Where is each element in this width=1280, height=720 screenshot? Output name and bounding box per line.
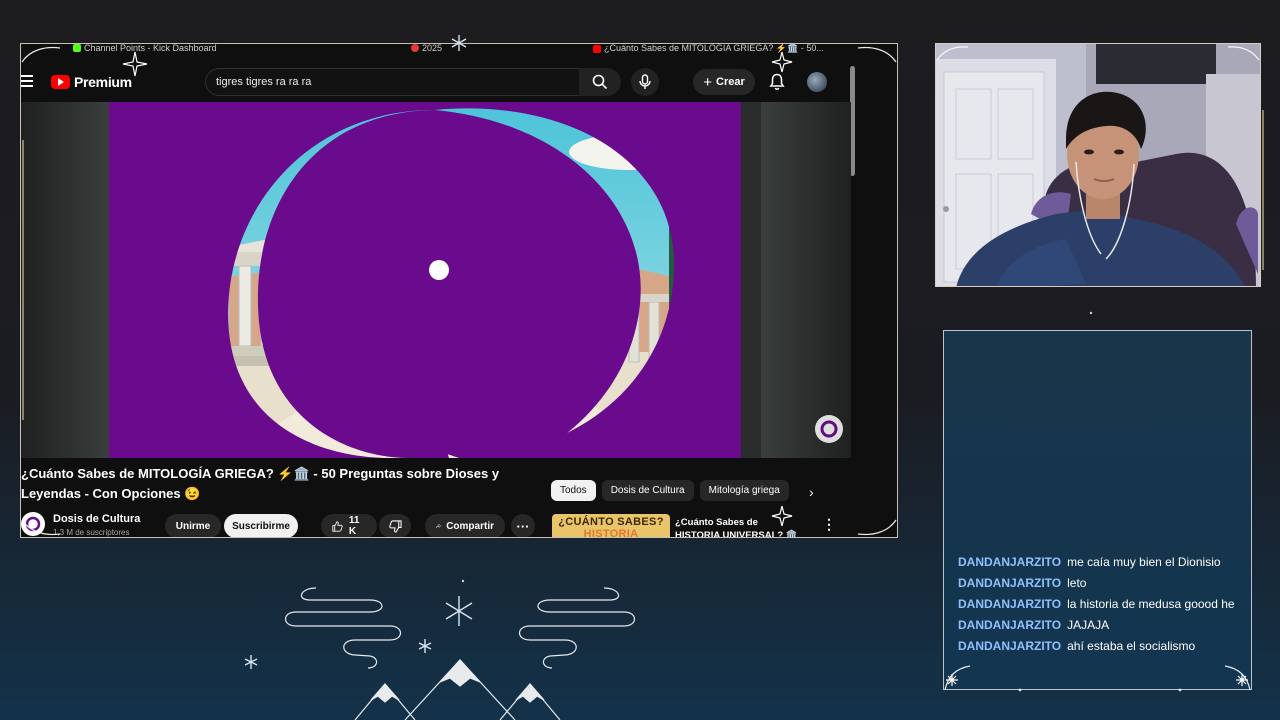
chat-message: DANDANJARZITO leto (958, 572, 1248, 593)
chat-username[interactable]: DANDANJARZITO (958, 555, 1061, 569)
menu-icon[interactable] (21, 75, 33, 87)
chat-text: leto (1067, 575, 1087, 590)
more-actions-button[interactable]: ··· (511, 514, 535, 537)
like-button[interactable]: 11 K (321, 514, 377, 537)
related-chips: Todos Dosis de Cultura Mitología griega (551, 480, 789, 501)
bell-icon (769, 73, 785, 90)
recommended-thumb-text: ¿CUÁNTO SABES? (558, 516, 664, 528)
record-icon (411, 44, 419, 52)
thumbs-up-icon (332, 520, 343, 532)
more-vertical-icon[interactable]: ⋮ (822, 516, 836, 533)
channel-avatar[interactable] (21, 512, 45, 536)
browser-tab-youtube[interactable]: ¿Cuánto Sabes de MITOLOGÍA GRIEGA? ⚡🏛️ -… (593, 43, 824, 54)
browser-tab-label: 2025 (422, 43, 443, 53)
plus-icon: + (703, 73, 712, 91)
browser-capture: Channel Points - Kick Dashboard 2025 ¿Cu… (20, 43, 898, 538)
video-title: ¿Cuánto Sabes de MITOLOGÍA GRIEGA? ⚡🏛️ -… (21, 466, 500, 501)
chat-username[interactable]: DANDANJARZITO (958, 618, 1061, 632)
search-value: tigres tigres ra ra ra (216, 76, 312, 88)
microphone-icon (639, 74, 651, 89)
browser-tab-label: Channel Points - Kick Dashboard (84, 43, 217, 53)
kick-icon (73, 44, 81, 52)
player-side-right (761, 102, 851, 458)
recommended-thumbnail[interactable]: ¿CUÁNTO SABES? HISTORIA (552, 514, 670, 538)
chat-text: me caía muy bien el Dionisio (1067, 554, 1221, 569)
chat-message-list: DANDANJARZITO me caía muy bien el Dionis… (958, 551, 1248, 656)
chat-message: DANDANJARZITO ahí estaba el socialismo (958, 635, 1248, 656)
youtube-play-icon (51, 75, 70, 89)
chip-channel[interactable]: Dosis de Cultura (601, 480, 694, 501)
search-button[interactable] (579, 68, 621, 96)
streamer-camera-image (936, 44, 1260, 286)
notifications-button[interactable] (769, 73, 785, 96)
chat-panel: DANDANJARZITO me caía muy bien el Dionis… (943, 330, 1252, 690)
dislike-button[interactable] (379, 514, 411, 537)
chevron-right-icon[interactable]: › (809, 484, 814, 500)
video-player[interactable] (21, 102, 851, 458)
like-count: 11 K (348, 515, 360, 537)
chat-username[interactable]: DANDANJARZITO (958, 639, 1061, 653)
create-button[interactable]: + Crear (693, 69, 755, 95)
subscribe-button[interactable]: Suscribirme (224, 514, 298, 537)
chat-text: ahí estaba el socialismo (1067, 638, 1196, 653)
browser-tab-strip: Channel Points - Kick Dashboard 2025 ¿Cu… (21, 44, 897, 56)
recommended-title[interactable]: ¿Cuánto Sabes de HISTORIA UNIVERSAL? 🏛️📚… (675, 516, 805, 537)
account-avatar[interactable] (807, 72, 827, 92)
chip-all[interactable]: Todos (551, 480, 596, 501)
chip-topic[interactable]: Mitología griega (699, 480, 789, 501)
share-label: Compartir (446, 520, 494, 532)
chat-username[interactable]: DANDANJARZITO (958, 597, 1061, 611)
voice-search-button[interactable] (631, 68, 659, 96)
recommended-thumb-sub: HISTORIA (583, 528, 639, 538)
join-button[interactable]: Unirme (165, 514, 221, 537)
search-icon (592, 74, 608, 90)
search-input[interactable]: tigres tigres ra ra ra ✕ (205, 68, 607, 96)
youtube-icon (593, 44, 601, 53)
create-label: Crear (716, 76, 745, 88)
chat-message: DANDANJARZITO JAJAJA (958, 614, 1248, 635)
channel-logo-icon (25, 516, 41, 532)
youtube-logo[interactable]: Premium (51, 74, 132, 90)
logo-text: Premium (74, 74, 132, 90)
webcam-feed (935, 43, 1261, 287)
more-horizontal-icon: ··· (516, 518, 530, 534)
video-thumbnail-art (109, 102, 741, 458)
share-icon (436, 523, 442, 528)
browser-tab-2025[interactable]: 2025 (411, 43, 443, 53)
channel-watermark-icon[interactable] (815, 415, 843, 443)
browser-tab-label: ¿Cuánto Sabes de MITOLOGÍA GRIEGA? ⚡🏛️ -… (604, 43, 824, 53)
thumbs-down-icon (388, 519, 402, 533)
subscriber-count: 1,3 M de suscriptores (53, 528, 130, 537)
chat-message: DANDANJARZITO me caía muy bien el Dionis… (958, 551, 1248, 572)
browser-tab-kick[interactable]: Channel Points - Kick Dashboard (73, 43, 217, 53)
owner-row: Dosis de Cultura 1,3 M de suscriptores U… (21, 512, 541, 537)
youtube-header: Premium tigres tigres ra ra ra ✕ + Crear (21, 64, 851, 100)
channel-name[interactable]: Dosis de Cultura (53, 513, 140, 525)
share-button[interactable]: Compartir (425, 514, 505, 537)
chat-text: JAJAJA (1067, 617, 1110, 632)
video-frame (109, 102, 741, 458)
chat-text: la historia de medusa goood he (1067, 596, 1235, 611)
player-side-left (21, 102, 111, 458)
chat-message: DANDANJARZITO la historia de medusa gooo… (958, 593, 1248, 614)
chat-username[interactable]: DANDANJARZITO (958, 576, 1061, 590)
